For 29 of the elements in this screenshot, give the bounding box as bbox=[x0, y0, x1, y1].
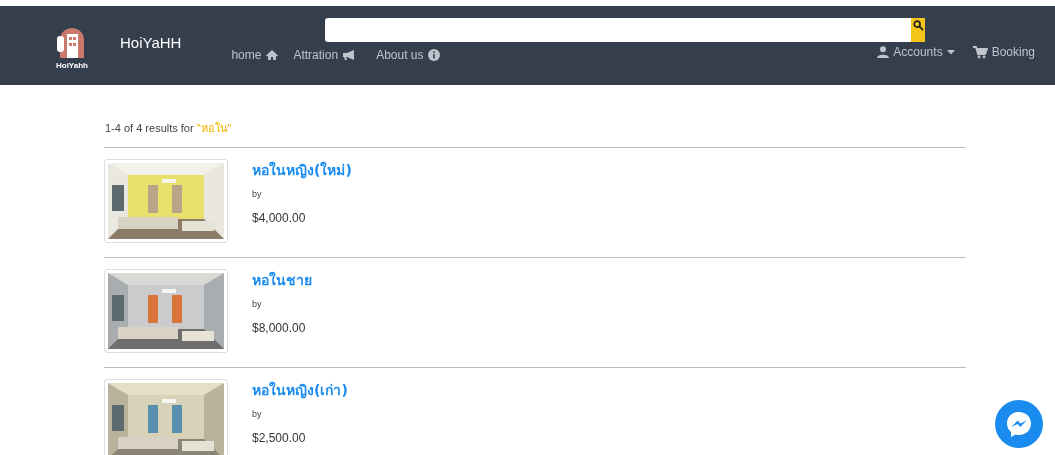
nav-link[interactable]: Attration bbox=[293, 48, 357, 62]
chat-bubble-icon bbox=[1005, 410, 1033, 438]
search-field[interactable] bbox=[325, 18, 912, 42]
nav-link[interactable]: Accounts bbox=[877, 45, 955, 59]
cart-icon bbox=[972, 45, 988, 59]
logo[interactable]: HoiYahh bbox=[52, 26, 92, 70]
search-icon bbox=[912, 20, 924, 31]
dorm-title-link[interactable]: หอในชาย bbox=[252, 269, 312, 291]
nav-link[interactable]: Booking bbox=[972, 45, 1035, 59]
price-text: $2,500.00 bbox=[252, 431, 307, 445]
nav-link[interactable]: About us bbox=[376, 48, 440, 62]
price-text: $4,000.00 bbox=[252, 211, 307, 225]
caret-icon bbox=[946, 49, 955, 55]
owner-label: by bbox=[252, 299, 263, 309]
nav-link[interactable]: home bbox=[231, 48, 280, 62]
results-summary: 1-4 of 4 results for "หอใน" bbox=[105, 121, 233, 136]
home-icon bbox=[265, 49, 280, 61]
owner-label: by bbox=[252, 409, 263, 419]
search-button[interactable] bbox=[911, 18, 926, 42]
logo-caption: HoiYahh bbox=[56, 61, 88, 70]
megaphone-icon bbox=[342, 49, 357, 61]
messenger-chat-button[interactable] bbox=[995, 400, 1043, 448]
owner-label: by bbox=[252, 189, 263, 199]
brand-name[interactable]: HoiYaHH bbox=[120, 34, 182, 51]
dorm-title-link[interactable]: หอในหญิง(เก่า) bbox=[252, 379, 348, 401]
info-icon bbox=[427, 49, 440, 61]
dorm-title-link[interactable]: หอในหญิง(ใหม่) bbox=[252, 159, 352, 181]
user-icon bbox=[877, 46, 890, 58]
price-text: $8,000.00 bbox=[252, 321, 307, 335]
